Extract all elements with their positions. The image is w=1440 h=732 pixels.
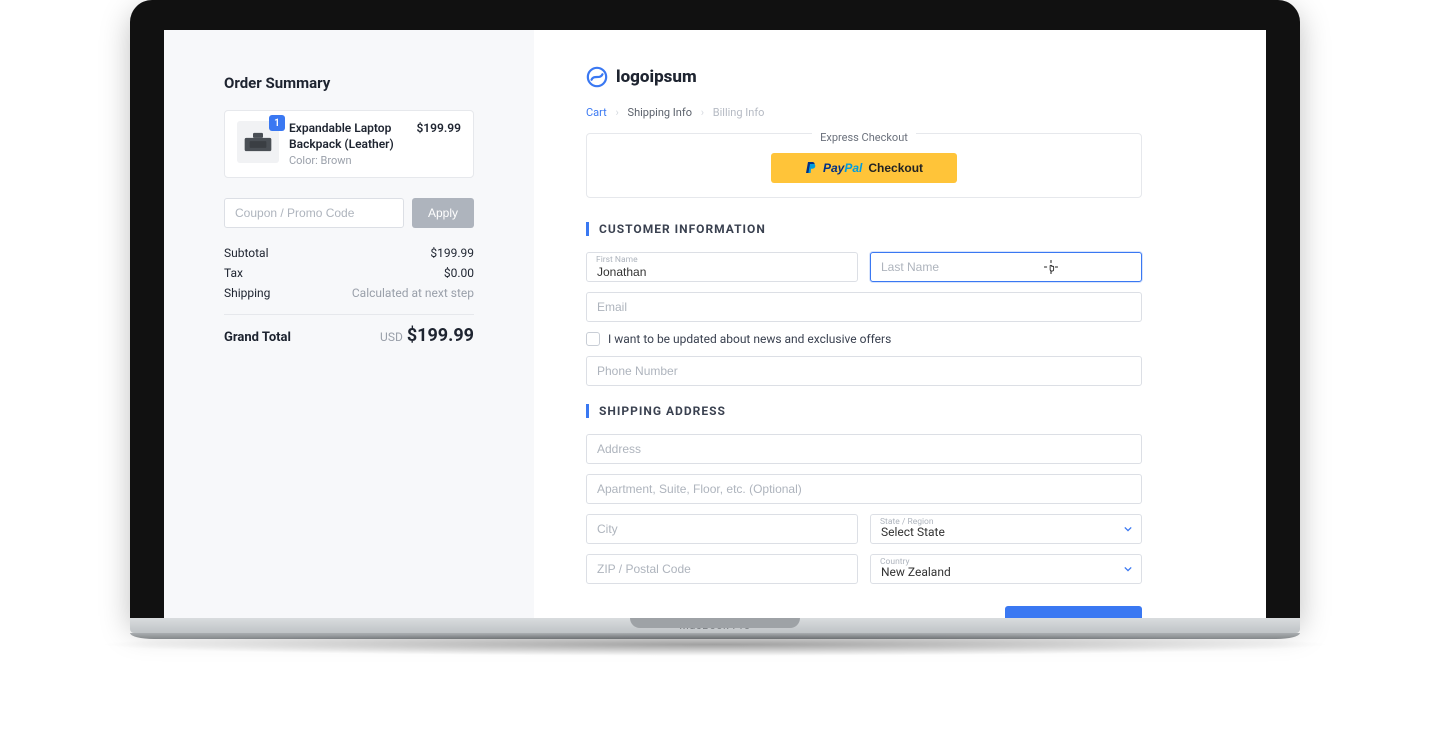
express-checkout-title: Express Checkout <box>812 131 916 144</box>
product-variant: Color: Brown <box>289 154 406 167</box>
order-summary-panel: Order Summary 1 Expandable Laptop Backpa… <box>164 30 534 620</box>
quantity-badge: 1 <box>269 115 285 131</box>
first-name-input[interactable] <box>586 252 858 282</box>
newsletter-checkbox[interactable] <box>586 332 600 346</box>
chevron-right-icon: › <box>615 106 618 119</box>
apply-coupon-button[interactable]: Apply <box>412 198 474 228</box>
subtotal-label: Subtotal <box>224 246 269 260</box>
subtotal-value: $199.99 <box>430 246 474 260</box>
laptop-base: MacBook Pro <box>130 618 1300 656</box>
tax-label: Tax <box>224 266 243 280</box>
crumb-cart[interactable]: Cart <box>586 106 607 119</box>
email-input[interactable] <box>586 292 1142 322</box>
grand-total-currency: USD <box>380 330 403 344</box>
phone-input[interactable] <box>586 356 1142 386</box>
section-customer-info: CUSTOMER INFORMATION <box>586 222 1142 236</box>
city-input[interactable] <box>586 514 858 544</box>
crumb-billing: Billing Info <box>713 106 765 119</box>
coupon-input[interactable] <box>224 198 404 228</box>
paypal-checkout-button[interactable]: PayPal Checkout <box>771 153 957 183</box>
brand-logo-icon <box>586 66 608 88</box>
state-value: Select State <box>881 525 945 539</box>
checkout-screen: Order Summary 1 Expandable Laptop Backpa… <box>164 30 1266 620</box>
country-value: New Zealand <box>881 565 951 579</box>
product-thumbnail: 1 <box>237 121 279 163</box>
express-checkout-box: Express Checkout PayPal Checkout <box>586 133 1142 198</box>
screen-bezel: Order Summary 1 Expandable Laptop Backpa… <box>130 0 1300 620</box>
trackpad-notch <box>630 618 800 628</box>
last-name-input[interactable] <box>870 252 1142 282</box>
state-select[interactable]: State / Region Select State <box>870 514 1142 544</box>
order-summary-title: Order Summary <box>224 74 474 92</box>
address-input[interactable] <box>586 434 1142 464</box>
zip-input[interactable] <box>586 554 858 584</box>
product-price: $199.99 <box>416 121 461 135</box>
address2-input[interactable] <box>586 474 1142 504</box>
chevron-down-icon <box>1124 565 1132 573</box>
shipping-label: Shipping <box>224 286 270 300</box>
country-select[interactable]: Country New Zealand <box>870 554 1142 584</box>
crumb-shipping: Shipping Info <box>628 106 692 119</box>
breadcrumb: Cart › Shipping Info › Billing Info <box>586 106 1142 119</box>
first-name-field-wrap: First Name <box>586 252 858 282</box>
last-name-field-wrap <box>870 252 1142 282</box>
grand-total-amount: $199.99 <box>407 325 474 346</box>
brand: logoipsum <box>586 66 1142 88</box>
shipping-value: Calculated at next step <box>352 286 474 300</box>
divider <box>224 314 474 315</box>
section-shipping-address: SHIPPING ADDRESS <box>586 404 1142 418</box>
grand-total-label: Grand Total <box>224 330 291 345</box>
tax-value: $0.00 <box>444 266 474 280</box>
cursor-pointer-icon <box>1044 260 1058 274</box>
cart-line-item: 1 Expandable Laptop Backpack (Leather) C… <box>224 110 474 178</box>
paypal-icon <box>805 161 817 175</box>
chevron-down-icon <box>1124 525 1132 533</box>
backpack-icon <box>243 131 273 153</box>
chevron-right-icon: › <box>701 106 704 119</box>
checkout-form-panel: logoipsum Cart › Shipping Info › Billing… <box>534 30 1266 620</box>
brand-name: logoipsum <box>616 67 697 87</box>
newsletter-label: I want to be updated about news and excl… <box>608 332 891 346</box>
laptop-mockup: Order Summary 1 Expandable Laptop Backpa… <box>130 0 1300 656</box>
product-name: Expandable Laptop Backpack (Leather) <box>289 121 406 152</box>
